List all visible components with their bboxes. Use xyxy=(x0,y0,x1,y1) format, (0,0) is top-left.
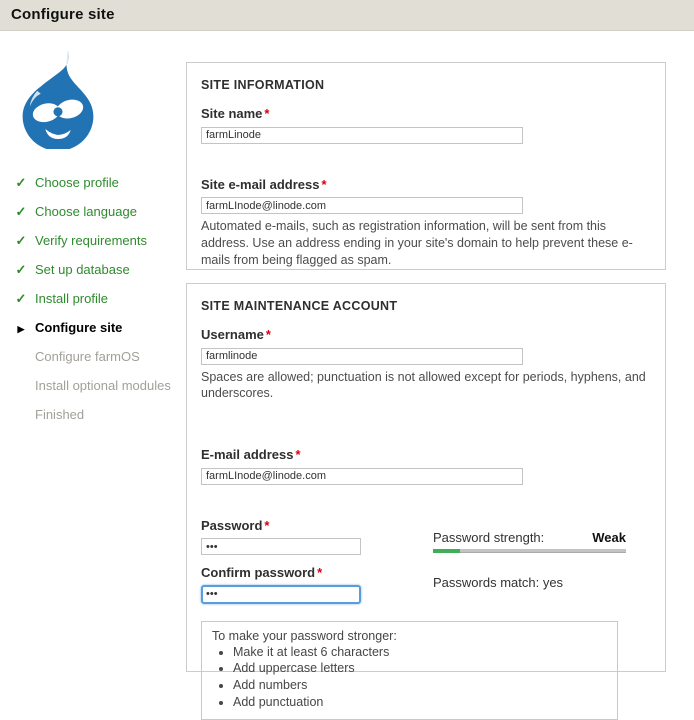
install-task-list: ✓ Choose profile ✓ Choose language ✓ Verify… xyxy=(10,175,186,423)
check-icon: ✓ xyxy=(13,204,29,220)
maintenance-account-legend: SITE MAINTENANCE ACCOUNT xyxy=(201,299,651,313)
password-row: Password* Confirm password* Password str… xyxy=(201,518,651,604)
step-configure-site: ▶ Configure site xyxy=(10,320,186,336)
passwords-match-status: Passwords match: yes xyxy=(433,553,626,590)
step-label: Set up database xyxy=(35,262,130,277)
account-email-input[interactable] xyxy=(201,468,523,485)
step-label: Verify requirements xyxy=(35,233,147,248)
username-item: Username* Spaces are allowed; punctuatio… xyxy=(201,327,651,402)
confirm-password-item: Confirm password* xyxy=(201,565,433,604)
account-email-item: E-mail address* xyxy=(201,447,651,485)
drupal-logo xyxy=(12,51,104,149)
password-label: Password* xyxy=(201,518,433,533)
account-email-label: E-mail address* xyxy=(201,447,651,462)
password-feedback: Password strength: Weak Passwords match:… xyxy=(433,518,626,590)
password-tips-box: To make your password stronger: Make it … xyxy=(201,621,618,720)
step-label: Finished xyxy=(35,407,84,422)
confirm-password-label: Confirm password* xyxy=(201,565,433,580)
username-label: Username* xyxy=(201,327,651,342)
check-icon: ✓ xyxy=(13,175,29,191)
step-label: Configure site xyxy=(35,320,122,335)
password-tips-title: To make your password stronger: xyxy=(212,629,607,643)
site-email-label: Site e-mail address* xyxy=(201,177,651,192)
sidebar: ✓ Choose profile ✓ Choose language ✓ Verify… xyxy=(0,31,186,685)
password-tip: Add numbers xyxy=(233,678,607,694)
step-label: Configure farmOS xyxy=(35,349,140,364)
check-icon: ✓ xyxy=(13,262,29,278)
step-verify-requirements: ✓ Verify requirements xyxy=(10,233,186,249)
page-header: Configure site xyxy=(0,0,694,31)
site-email-description: Automated e-mails, such as registration … xyxy=(201,218,651,269)
site-email-item: Site e-mail address* Automated e-mails, … xyxy=(201,177,651,269)
required-asterisk: * xyxy=(296,447,301,462)
site-name-item: Site name* xyxy=(201,106,651,144)
required-asterisk: * xyxy=(317,565,322,580)
step-choose-profile: ✓ Choose profile xyxy=(10,175,186,191)
password-item: Password* xyxy=(201,518,433,556)
check-icon: ✓ xyxy=(13,291,29,307)
password-tip: Make it at least 6 characters xyxy=(233,645,607,661)
password-strength-level: Weak xyxy=(592,530,626,545)
site-name-label: Site name* xyxy=(201,106,651,121)
password-tip: Add uppercase letters xyxy=(233,661,607,677)
required-asterisk: * xyxy=(266,327,271,342)
step-install-optional-modules: Install optional modules xyxy=(10,378,186,394)
required-asterisk: * xyxy=(322,177,327,192)
required-asterisk: * xyxy=(264,106,269,121)
main-form: SITE INFORMATION Site name* Site e-mail … xyxy=(186,62,666,685)
site-information-fieldset: SITE INFORMATION Site name* Site e-mail … xyxy=(186,62,666,270)
step-label: Choose profile xyxy=(35,175,119,190)
site-information-legend: SITE INFORMATION xyxy=(201,78,651,92)
arrow-right-icon: ▶ xyxy=(13,321,29,337)
step-configure-farmos: Configure farmOS xyxy=(10,349,186,365)
password-strength-label: Password strength: xyxy=(433,530,544,545)
confirm-password-input[interactable] xyxy=(201,585,361,604)
required-asterisk: * xyxy=(264,518,269,533)
drupal-drop-icon xyxy=(12,51,104,149)
step-install-profile: ✓ Install profile xyxy=(10,291,186,307)
username-description: Spaces are allowed; punctuation is not a… xyxy=(201,369,651,403)
step-choose-language: ✓ Choose language xyxy=(10,204,186,220)
username-input[interactable] xyxy=(201,348,523,365)
step-label: Install optional modules xyxy=(35,378,171,393)
password-input[interactable] xyxy=(201,538,361,555)
step-finished: Finished xyxy=(10,407,186,423)
step-set-up-database: ✓ Set up database xyxy=(10,262,186,278)
site-email-input[interactable] xyxy=(201,197,523,214)
password-tip: Add punctuation xyxy=(233,695,607,711)
step-label: Install profile xyxy=(35,291,108,306)
step-label: Choose language xyxy=(35,204,137,219)
check-icon: ✓ xyxy=(13,233,29,249)
site-name-input[interactable] xyxy=(201,127,523,144)
site-maintenance-account-fieldset: SITE MAINTENANCE ACCOUNT Username* Space… xyxy=(186,283,666,672)
page-title: Configure site xyxy=(11,6,683,23)
